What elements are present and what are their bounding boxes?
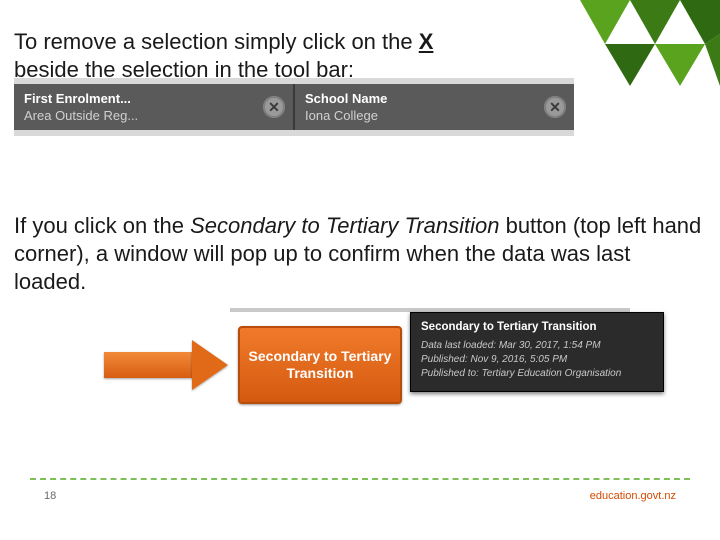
filter-chip-school-name[interactable]: School Name Iona College ✕ — [293, 84, 574, 130]
data-load-tooltip: Secondary to Tertiary Transition Data la… — [410, 312, 664, 392]
chip-value: Area Outside Reg... — [24, 109, 249, 122]
text: If you click on the — [14, 213, 190, 238]
button-tooltip-figure: Secondary to Tertiary Transition Seconda… — [110, 308, 650, 428]
callout-arrow-icon — [104, 342, 234, 388]
footer-divider — [30, 478, 690, 480]
tooltip-title: Secondary to Tertiary Transition — [421, 321, 653, 333]
tooltip-line: Published to: Tertiary Education Organis… — [421, 367, 653, 381]
filter-toolbar-figure: First Enrolment... Area Outside Reg... ✕… — [14, 78, 574, 136]
text: To remove a selection simply click on th… — [14, 29, 419, 54]
page-number: 18 — [44, 490, 56, 502]
chip-close-icon[interactable]: ✕ — [263, 96, 285, 118]
chip-title: First Enrolment... — [24, 92, 249, 105]
instruction-click-button: If you click on the Secondary to Tertiar… — [14, 212, 704, 296]
footer-url: education.govt.nz — [590, 490, 676, 502]
button-name-emphasis: Secondary to Tertiary Transition — [190, 213, 499, 238]
chip-title: School Name — [305, 92, 530, 105]
chip-close-icon[interactable]: ✕ — [544, 96, 566, 118]
chip-value: Iona College — [305, 109, 530, 122]
x-emphasis: X — [419, 29, 434, 54]
toolbar-gutter — [14, 130, 574, 136]
instruction-remove-selection: To remove a selection simply click on th… — [14, 28, 494, 83]
tooltip-line: Published: Nov 9, 2016, 5:05 PM — [421, 353, 653, 367]
filter-chips-row: First Enrolment... Area Outside Reg... ✕… — [14, 84, 574, 130]
secondary-to-tertiary-button[interactable]: Secondary to Tertiary Transition — [238, 326, 402, 404]
tooltip-line: Data last loaded: Mar 30, 2017, 1:54 PM — [421, 339, 653, 353]
button-label: Secondary to Tertiary Transition — [240, 348, 400, 383]
filter-chip-first-enrolment[interactable]: First Enrolment... Area Outside Reg... ✕ — [14, 84, 293, 130]
